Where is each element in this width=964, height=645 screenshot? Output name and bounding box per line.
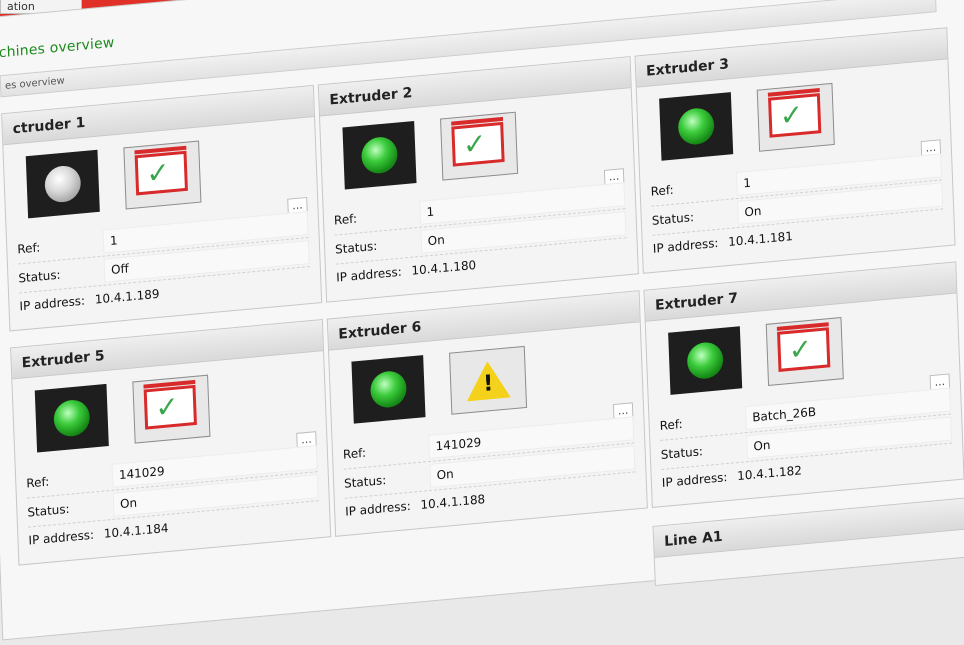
machine-card-extruder-1[interactable]: ctruder 1 ✓ ... Ref: 1 Status: Off IP ad… (1, 84, 323, 332)
status-light (34, 383, 109, 453)
status-label: Status: (651, 209, 695, 228)
ip-label: IP address: (19, 293, 86, 314)
led-off-icon (44, 164, 82, 204)
ip-label: IP address: (661, 470, 728, 490)
led-on-icon (369, 369, 408, 410)
machine-title: ctruder 1 (2, 85, 315, 146)
ip-label: IP address: (335, 264, 402, 285)
ref-label: Ref: (659, 416, 683, 433)
overview-page: chines overview es overview ctruder 1 ✓ … (0, 0, 964, 641)
ip-value: 10.4.1.182 (736, 463, 803, 484)
ip-label: IP address: (28, 527, 95, 548)
state-indicator: ✓ (440, 111, 519, 181)
machine-card-extruder-6[interactable]: Extruder 6 ! ... Ref: 141029 Status: On (326, 290, 648, 537)
state-indicator: ! (449, 345, 528, 415)
state-indicator: ✓ (756, 82, 835, 152)
status-label: Status: (334, 238, 378, 257)
ok-check-icon: ✓ (788, 331, 813, 367)
machine-title: Extruder 7 (644, 262, 957, 322)
ok-check-icon: ✓ (145, 155, 171, 191)
ref-label: Ref: (342, 445, 367, 462)
status-light (351, 355, 426, 424)
ref-label: Ref: (26, 474, 50, 491)
machine-card-extruder-2[interactable]: Extruder 2 ✓ ... Ref: 1 Status: On IP ad… (317, 56, 639, 303)
status-label: Status: (18, 267, 61, 286)
machine-card-extruder-5[interactable]: Extruder 5 ✓ ... Ref: 141029 Status: On … (10, 319, 332, 566)
ok-check-icon: ✓ (154, 389, 180, 425)
status-light (659, 92, 734, 161)
status-label: Status: (660, 444, 704, 462)
state-indicator: ✓ (132, 374, 211, 444)
ip-value: 10.4.1.180 (411, 257, 477, 278)
status-light (668, 326, 743, 395)
machine-card-extruder-7[interactable]: Extruder 7 ✓ ... Ref: Batch_26B Status: … (643, 261, 964, 508)
ref-label: Ref: (17, 240, 41, 257)
led-on-icon (686, 340, 724, 381)
led-on-icon (677, 106, 715, 147)
led-on-icon (360, 135, 399, 175)
machine-title: Line A1 (653, 498, 964, 558)
ok-check-icon: ✓ (779, 97, 804, 133)
warning-icon: ! (450, 347, 526, 414)
machine-card-extruder-3[interactable]: Extruder 3 ✓ ... Ref: 1 Status: On IP ad… (634, 27, 956, 274)
status-light (25, 149, 100, 219)
ip-value: 10.4.1.184 (103, 520, 169, 541)
led-on-icon (53, 398, 91, 438)
status-light (342, 120, 417, 190)
machine-title: Extruder 6 (327, 291, 640, 351)
ip-label: IP address: (344, 498, 411, 519)
ref-label: Ref: (650, 182, 674, 199)
state-indicator: ✓ (123, 140, 202, 210)
ip-label: IP address: (652, 235, 719, 256)
machine-title: Extruder 2 (318, 57, 631, 117)
ip-value: 10.4.1.189 (94, 286, 160, 307)
ok-check-icon: ✓ (462, 126, 488, 162)
state-indicator: ✓ (765, 317, 844, 386)
status-label: Status: (27, 501, 70, 520)
machine-title: Extruder 3 (635, 28, 948, 88)
status-label: Status: (343, 472, 387, 491)
overview-scene: chines overview es overview ctruder 1 ✓ … (0, 0, 964, 641)
machine-card-line-a1[interactable]: Line A1 (652, 497, 964, 587)
ip-value: 10.4.1.181 (727, 229, 794, 249)
machine-title: Extruder 5 (11, 320, 324, 380)
section-title: chines overview (0, 34, 115, 62)
ref-label: Ref: (333, 211, 358, 228)
ip-value: 10.4.1.188 (420, 492, 486, 512)
